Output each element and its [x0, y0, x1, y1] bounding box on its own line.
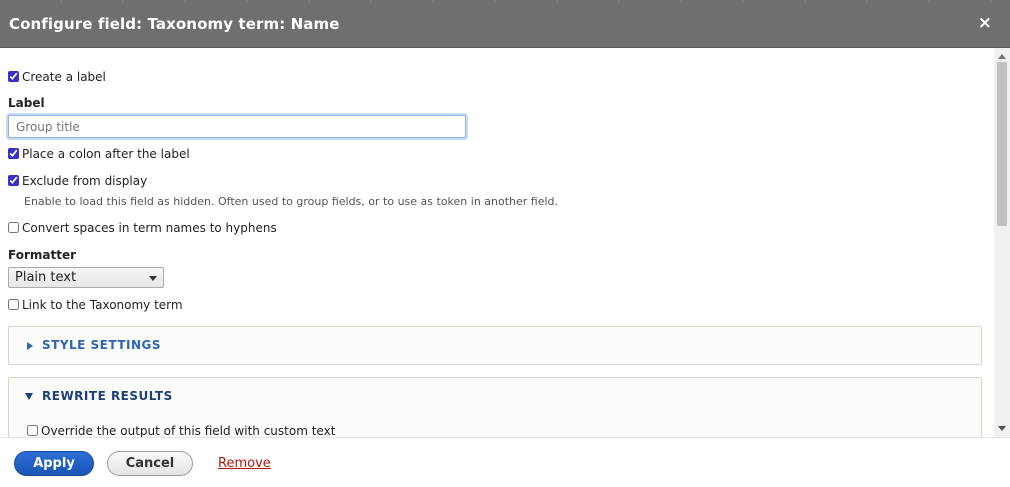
close-icon[interactable]: × — [978, 13, 992, 33]
link-term-checkbox[interactable] — [8, 299, 19, 310]
rewrite-results-summary[interactable]: REWRITE RESULTS — [42, 389, 173, 403]
colon-label: Place a colon after the label — [22, 147, 190, 161]
dialog-title: Configure field: Taxonomy term: Name — [9, 15, 340, 33]
scroll-up-arrow-icon[interactable] — [998, 54, 1006, 59]
scrollbar-thumb[interactable] — [997, 62, 1007, 226]
exclude-display-description: Enable to load this field as hidden. Oft… — [24, 195, 559, 208]
override-output-label: Override the output of this field with c… — [41, 424, 336, 437]
create-label-label: Create a label — [22, 70, 106, 84]
style-settings-summary[interactable]: STYLE SETTINGS — [42, 338, 161, 352]
label-heading: Label — [8, 96, 45, 110]
formatter-select[interactable]: Plain text — [8, 267, 164, 288]
dialog-button-bar: Apply Cancel Remove — [0, 437, 1010, 487]
link-term-label: Link to the Taxonomy term — [22, 298, 183, 312]
formatter-heading: Formatter — [8, 248, 77, 262]
configure-field-dialog: Configure field: Taxonomy term: Name × C… — [0, 0, 1010, 487]
triangle-down-icon — [25, 393, 33, 400]
rewrite-results-fieldset: REWRITE RESULTS Override the output of t… — [8, 377, 982, 437]
apply-button[interactable]: Apply — [14, 451, 94, 476]
dialog-content: Create a label Label Place a colon after… — [0, 48, 994, 437]
create-label-checkbox[interactable] — [8, 71, 19, 82]
convert-spaces-checkbox[interactable] — [8, 222, 19, 233]
exclude-display-checkbox[interactable] — [8, 175, 19, 186]
content-scrollbar[interactable] — [994, 48, 1010, 437]
remove-link[interactable]: Remove — [218, 456, 271, 471]
triangle-right-icon — [27, 342, 33, 350]
override-output-checkbox[interactable] — [27, 425, 38, 436]
colon-checkbox[interactable] — [8, 148, 19, 159]
style-settings-fieldset[interactable]: STYLE SETTINGS — [8, 326, 982, 365]
cancel-button[interactable]: Cancel — [107, 451, 193, 476]
convert-spaces-label: Convert spaces in term names to hyphens — [22, 221, 277, 235]
label-input[interactable] — [8, 115, 466, 138]
formatter-selected-value: Plain text — [15, 270, 77, 285]
scroll-down-arrow-icon[interactable] — [998, 426, 1006, 431]
exclude-display-label: Exclude from display — [22, 174, 148, 188]
chevron-down-icon — [149, 276, 157, 281]
dialog-titlebar: Configure field: Taxonomy term: Name × — [0, 0, 1010, 48]
